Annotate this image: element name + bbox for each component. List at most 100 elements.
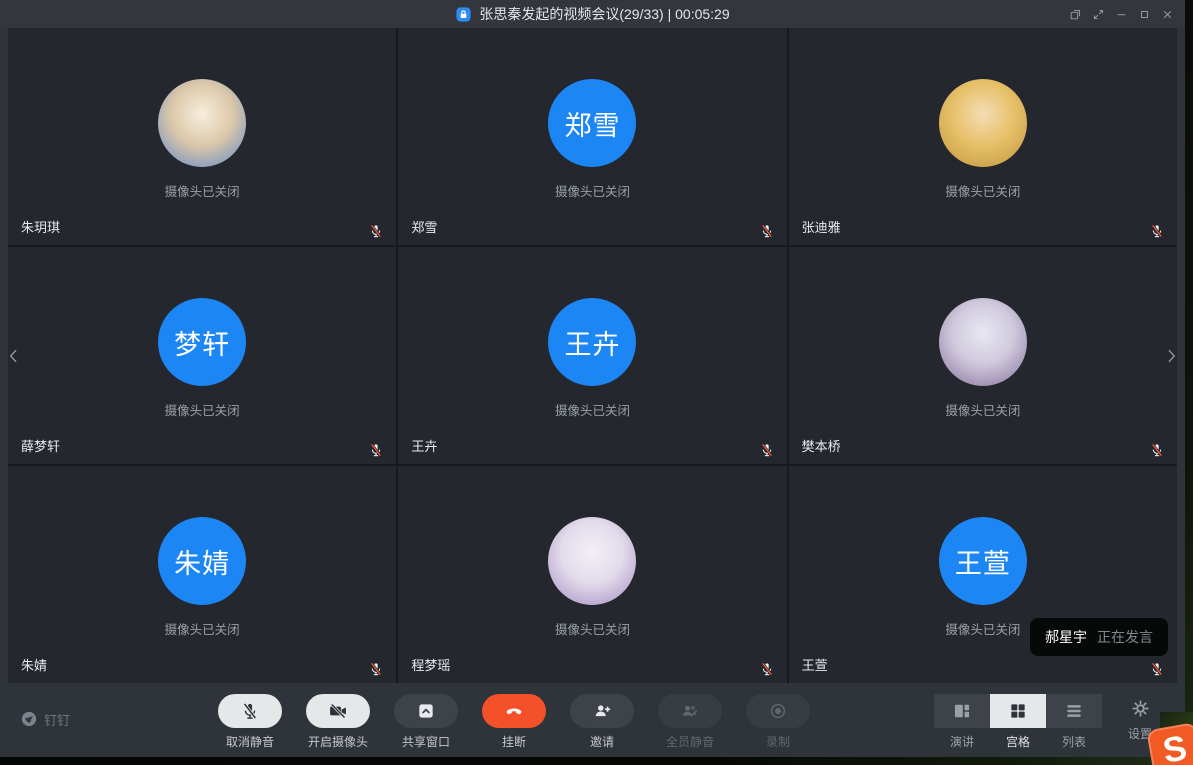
participant-name: 樊本桥 xyxy=(802,436,841,455)
camera-status-text: 摄像头已关闭 xyxy=(398,619,786,638)
participant-avatar: 王卉 xyxy=(548,298,636,386)
participant-name: 王萱 xyxy=(802,655,828,674)
mic-muted-red-icon xyxy=(368,223,384,239)
hang-up-button[interactable]: 挂断 xyxy=(478,694,550,750)
camera-status-text: 摄像头已关闭 xyxy=(8,181,396,200)
camera-status-text: 摄像头已关闭 xyxy=(789,400,1177,419)
speaker-view-button[interactable] xyxy=(934,694,990,728)
view-speaker-icon xyxy=(952,701,972,721)
meeting-window: 张思秦发起的视频会议(29/33) | 00:05:29 摄像头已关闭 朱玥琪 … xyxy=(0,0,1185,757)
fullscreen-button[interactable] xyxy=(1087,0,1110,28)
view-grid-icon xyxy=(1008,701,1028,721)
participant-name: 朱玥琪 xyxy=(21,217,60,236)
list-view-label: 列表 xyxy=(1046,733,1102,750)
dingtalk-brand: 钉钉 xyxy=(20,709,70,728)
participant-tile[interactable]: 摄像头已关闭 程梦瑶 xyxy=(398,466,786,683)
desktop-corner: S xyxy=(1160,712,1193,765)
screen-share-icon xyxy=(416,701,436,721)
view-mode-group: 演讲宫格列表 xyxy=(934,694,1102,750)
phone-hangup-icon xyxy=(504,701,524,721)
minimize-button[interactable] xyxy=(1110,0,1133,28)
participant-grid: 摄像头已关闭 朱玥琪 郑雪 摄像头已关闭 郑雪 摄像头已关闭 张迪雅 梦轩 摄像… xyxy=(8,28,1177,683)
speaking-toast-name: 郝星宇 xyxy=(1045,627,1087,647)
toolbar-right: 演讲宫格列表 设置 xyxy=(934,694,1160,750)
mute-all-button: 全员静音 xyxy=(654,694,726,750)
desktop-edge-right xyxy=(1185,0,1193,765)
mic-muted-icon xyxy=(240,701,260,721)
camera-status-text: 摄像头已关闭 xyxy=(8,400,396,419)
mic-muted-red-icon xyxy=(759,661,775,677)
participant-name: 朱婧 xyxy=(21,655,47,674)
participant-tile[interactable]: 郑雪 摄像头已关闭 郑雪 xyxy=(398,28,786,245)
camera-status-text: 摄像头已关闭 xyxy=(398,400,786,419)
camera-status-text: 摄像头已关闭 xyxy=(398,181,786,200)
participant-tile[interactable]: 王卉 摄像头已关闭 王卉 xyxy=(398,247,786,464)
view-mode-segments xyxy=(934,694,1102,728)
participant-tile[interactable]: 摄像头已关闭 张迪雅 xyxy=(789,28,1177,245)
mute-button[interactable]: 取消静音 xyxy=(214,694,286,750)
grid-view-button[interactable] xyxy=(990,694,1046,728)
bottom-toolbar: 钉钉 取消静音 开启摄像头 共享窗口 挂断 邀请 xyxy=(0,684,1185,757)
mic-muted-red-icon xyxy=(368,661,384,677)
window-controls xyxy=(1064,0,1179,28)
mic-muted-red-icon xyxy=(1149,442,1165,458)
grid-view-label: 宫格 xyxy=(990,733,1046,750)
speaker-view-label: 演讲 xyxy=(934,733,990,750)
participant-name: 程梦瑶 xyxy=(411,655,450,674)
title-bar: 张思秦发起的视频会议(29/33) | 00:05:29 xyxy=(0,0,1185,28)
desktop-edge-bottom xyxy=(0,757,1193,765)
dingtalk-logo-icon xyxy=(20,710,38,728)
meeting-title-wrap: 张思秦发起的视频会议(29/33) | 00:05:29 xyxy=(455,4,729,24)
screen: 张思秦发起的视频会议(29/33) | 00:05:29 摄像头已关闭 朱玥琪 … xyxy=(0,0,1193,765)
list-view-button[interactable] xyxy=(1046,694,1102,728)
meeting-title: 张思秦发起的视频会议(29/33) | 00:05:29 xyxy=(479,4,729,24)
camera-off-icon xyxy=(328,701,348,721)
participant-avatar: 梦轩 xyxy=(158,298,246,386)
mic-muted-red-icon xyxy=(1149,223,1165,239)
invite-button[interactable]: 邀请 xyxy=(566,694,638,750)
participant-avatar: 朱婧 xyxy=(158,517,246,605)
lock-shield-icon xyxy=(455,6,472,23)
mute-all-icon xyxy=(680,701,700,721)
page-next-button[interactable] xyxy=(1161,342,1181,370)
close-icon xyxy=(1161,8,1174,21)
toolbar-buttons: 取消静音 开启摄像头 共享窗口 挂断 邀请 全员静音 录制 xyxy=(214,694,814,750)
maximize-button[interactable] xyxy=(1133,0,1156,28)
maximize-icon xyxy=(1138,8,1151,21)
popout-icon xyxy=(1069,8,1082,21)
fullscreen-icon xyxy=(1092,8,1105,21)
view-mode-labels: 演讲宫格列表 xyxy=(934,733,1102,750)
participant-tile[interactable]: 朱婧 摄像头已关闭 朱婧 xyxy=(8,466,396,683)
speaking-toast: 郝星宇 正在发言 xyxy=(1030,618,1168,656)
view-list-icon xyxy=(1064,701,1084,721)
invite-icon xyxy=(592,701,612,721)
speaking-toast-status: 正在发言 xyxy=(1097,627,1153,647)
close-button[interactable] xyxy=(1156,0,1179,28)
mic-muted-red-icon xyxy=(1149,661,1165,677)
mic-muted-red-icon xyxy=(368,442,384,458)
camera-button[interactable]: 开启摄像头 xyxy=(302,694,374,750)
participant-avatar xyxy=(939,298,1027,386)
mic-muted-red-icon xyxy=(759,442,775,458)
page-prev-button[interactable] xyxy=(4,342,24,370)
participant-name: 郑雪 xyxy=(411,217,437,236)
popout-button[interactable] xyxy=(1064,0,1087,28)
participant-avatar xyxy=(158,79,246,167)
dingtalk-brand-label: 钉钉 xyxy=(44,709,70,728)
camera-status-text: 摄像头已关闭 xyxy=(789,181,1177,200)
participant-tile[interactable]: 梦轩 摄像头已关闭 薛梦轩 xyxy=(8,247,396,464)
mic-muted-red-icon xyxy=(759,223,775,239)
share-window-button[interactable]: 共享窗口 xyxy=(390,694,462,750)
participant-tile[interactable]: 摄像头已关闭 樊本桥 xyxy=(789,247,1177,464)
participant-name: 薛梦轩 xyxy=(21,436,60,455)
video-stage: 摄像头已关闭 朱玥琪 郑雪 摄像头已关闭 郑雪 摄像头已关闭 张迪雅 梦轩 摄像… xyxy=(0,28,1185,684)
participant-avatar: 郑雪 xyxy=(548,79,636,167)
record-button: 录制 xyxy=(742,694,814,750)
record-icon xyxy=(768,701,788,721)
participant-name: 王卉 xyxy=(411,436,437,455)
participant-name: 张迪雅 xyxy=(802,217,841,236)
participant-avatar xyxy=(939,79,1027,167)
gear-icon xyxy=(1131,699,1150,718)
participant-avatar xyxy=(548,517,636,605)
participant-tile[interactable]: 摄像头已关闭 朱玥琪 xyxy=(8,28,396,245)
